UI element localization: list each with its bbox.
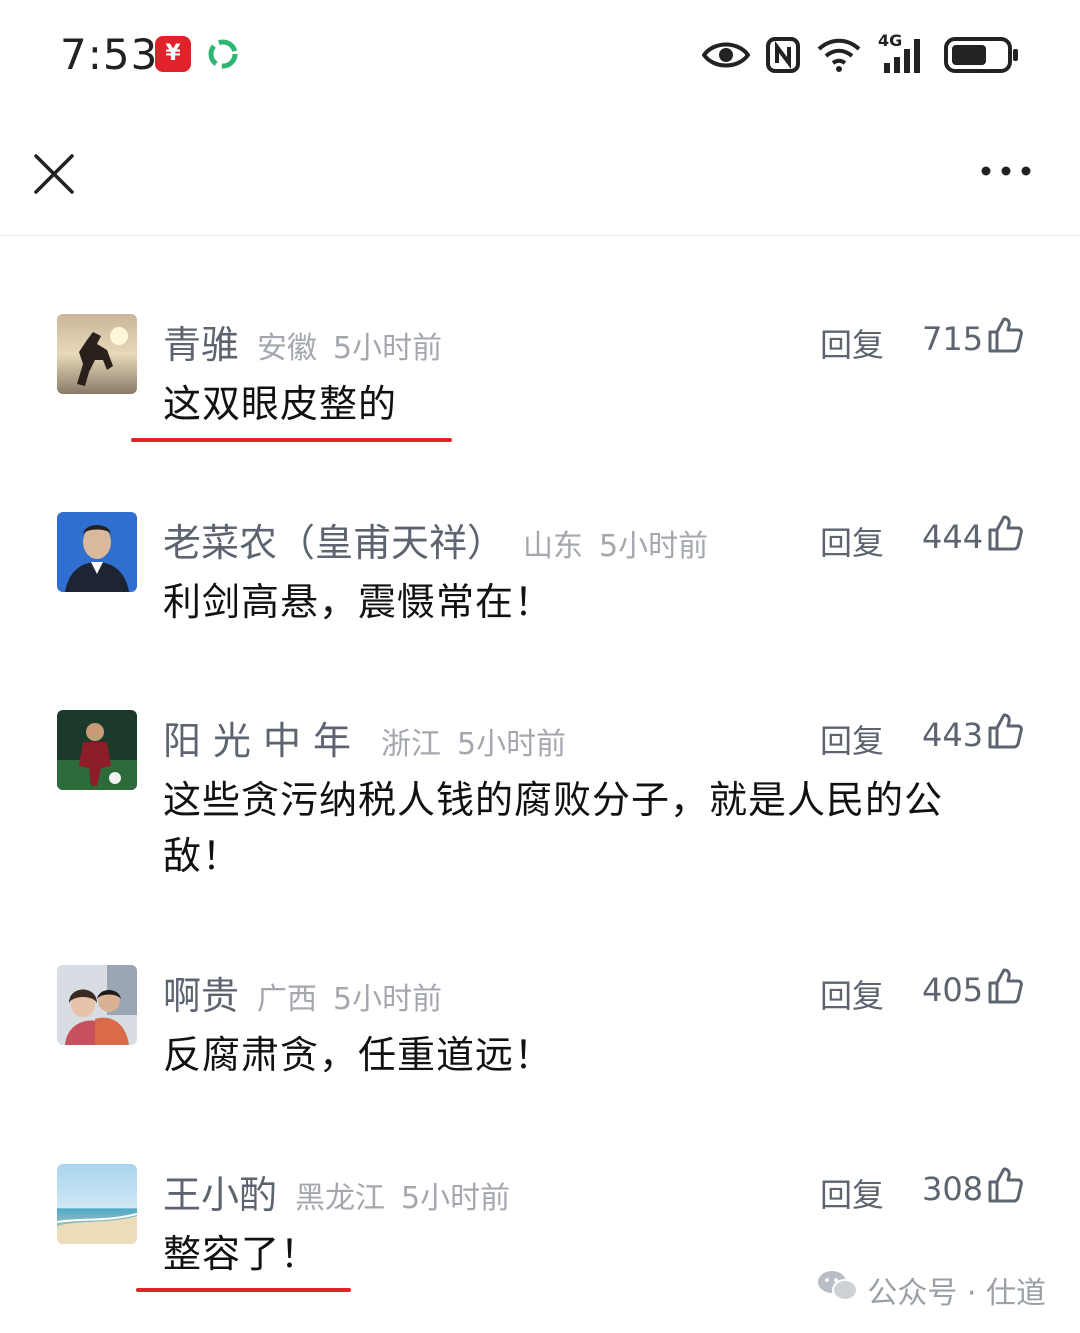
comment-text: 这些贪污纳税人钱的腐败分子，就是人民的公敌！ xyxy=(163,778,944,878)
top-bar xyxy=(0,110,1080,236)
more-button[interactable] xyxy=(980,156,1032,186)
comment-location: 黑龙江 xyxy=(295,1181,386,1216)
comment-text: 反腐肃贪，任重道远！ xyxy=(163,1033,554,1077)
battery-icon xyxy=(944,37,1020,73)
status-bar: 7:53 ¥ 4G xyxy=(0,0,1080,110)
reply-button[interactable]: 回复 xyxy=(820,1170,884,1216)
comment-author[interactable]: 王小酌 xyxy=(163,1164,277,1219)
avatar[interactable] xyxy=(57,314,137,394)
comment-header: 青骓 安徽 5小时前 xyxy=(163,314,443,367)
comment-time: 5小时前 xyxy=(599,529,709,564)
comments-page: 7:53 ¥ 4G 青骓 安徽 5小时前 回复 715 这双眼皮整的 老菜农（皇… xyxy=(0,0,1080,1333)
close-button[interactable] xyxy=(30,150,78,198)
like-count: 308 xyxy=(922,1170,984,1208)
status-time: 7:53 xyxy=(60,30,159,79)
avatar[interactable] xyxy=(57,710,137,790)
nfc-icon xyxy=(766,37,800,73)
like-count: 443 xyxy=(922,716,984,754)
comment-location: 浙江 xyxy=(381,727,442,762)
wifi-icon xyxy=(816,37,862,73)
comment-location: 安徽 xyxy=(257,331,318,366)
comment-time: 5小时前 xyxy=(333,982,443,1017)
comment-author[interactable]: 啊贵 xyxy=(163,965,239,1020)
comment-header: 啊贵 广西 5小时前 xyxy=(163,965,443,1018)
like-count: 405 xyxy=(922,971,984,1009)
comment-header: 王小酌 黑龙江 5小时前 xyxy=(163,1164,511,1217)
reply-button[interactable]: 回复 xyxy=(820,716,884,762)
comment-author[interactable]: 阳光中年 xyxy=(163,710,363,765)
cellular-signal-icon: 4G xyxy=(878,31,928,75)
comment-location: 山东 xyxy=(523,529,584,564)
eye-icon xyxy=(702,39,750,71)
avatar[interactable] xyxy=(57,512,137,592)
reply-button[interactable]: 回复 xyxy=(820,518,884,564)
comment-text: 这双眼皮整的 xyxy=(163,382,398,426)
watermark-text: 公众号 · 仕道 xyxy=(867,1276,1046,1311)
comment-time: 5小时前 xyxy=(333,331,443,366)
comment-header: 老菜农（皇甫天祥） 山东 5小时前 xyxy=(163,512,709,565)
comment-text: 利剑高悬，震慑常在！ xyxy=(163,580,554,624)
like-count: 444 xyxy=(922,518,984,556)
like-count: 715 xyxy=(922,320,984,358)
comment-author[interactable]: 青骓 xyxy=(163,314,239,369)
green-app-icon xyxy=(205,36,241,72)
reply-button[interactable]: 回复 xyxy=(820,320,884,366)
close-icon xyxy=(34,154,74,194)
comment-header: 阳光中年 浙江 5小时前 xyxy=(163,710,567,763)
avatar[interactable] xyxy=(57,1164,137,1244)
thumbs-up-icon[interactable] xyxy=(986,316,1024,354)
thumbs-up-icon[interactable] xyxy=(986,514,1024,552)
comment-location: 广西 xyxy=(257,982,318,1017)
wechat-icon xyxy=(817,1269,859,1311)
thumbs-up-icon[interactable] xyxy=(986,712,1024,750)
bank-app-icon: ¥ xyxy=(155,36,191,72)
thumbs-up-icon[interactable] xyxy=(986,1166,1024,1204)
thumbs-up-icon[interactable] xyxy=(986,967,1024,1005)
avatar[interactable] xyxy=(57,965,137,1045)
red-underline xyxy=(131,438,452,442)
more-icon xyxy=(981,166,1031,176)
watermark: 公众号 · 仕道 xyxy=(817,1268,1046,1312)
comment-time: 5小时前 xyxy=(401,1181,511,1216)
red-underline xyxy=(136,1288,351,1292)
status-icons: 4G xyxy=(702,31,1020,78)
reply-button[interactable]: 回复 xyxy=(820,971,884,1017)
comment-author[interactable]: 老菜农（皇甫天祥） xyxy=(163,512,505,567)
comment-time: 5小时前 xyxy=(457,727,567,762)
